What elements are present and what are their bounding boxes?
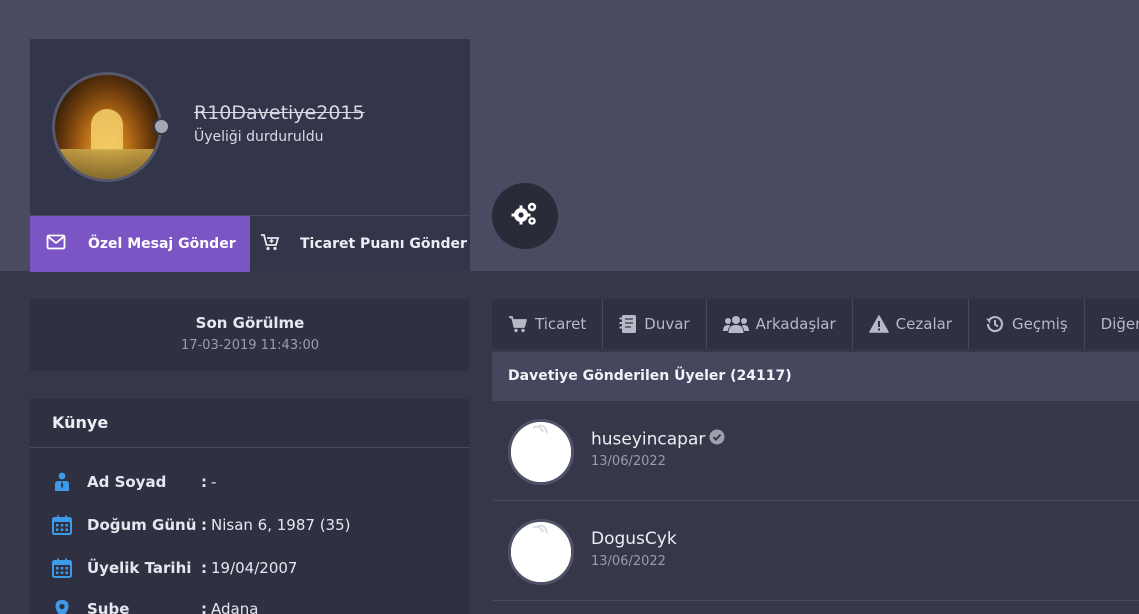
tab-label: Ticaret [535,315,587,333]
member-date: 13/06/2022 [591,454,666,469]
last-seen-time: 17-03-2019 11:43:00 [180,338,320,353]
info-row-membership-date: Üyelik Tarihi : 19/04/2007 [52,557,297,579]
profile-info-title: Künye [30,399,470,448]
profile-actions: Özel Mesaj Gönder Ticaret Puanı Gönder [30,215,470,272]
info-value: Nisan 6, 1987 (35) [211,516,351,534]
tab-other[interactable]: Diğer [1085,299,1139,349]
tab-label: Diğer [1100,315,1139,333]
history-icon [985,315,1005,333]
member-avatar[interactable] [508,519,574,585]
invited-members-list: huseyincapar 13/06/2022 DogusCyk 13/06/2… [492,401,1139,601]
last-seen-title: Son Görülme [195,314,305,332]
info-value: 19/04/2007 [211,559,298,577]
last-seen-panel: Son Görülme 17-03-2019 11:43:00 [30,299,470,371]
info-row-branch: Şube : Adana [52,598,258,614]
tab-history[interactable]: Geçmiş [969,299,1085,349]
info-separator: : [201,559,207,577]
tab-penalties[interactable]: Cezalar [853,299,969,349]
tab-friends[interactable]: Arkadaşlar [707,299,853,349]
profile-tabs: Ticaret Duvar Arkadaşlar Cezalar Geçmiş … [492,299,1139,349]
person-icon [52,471,72,493]
cart-icon [508,315,528,333]
list-item: huseyincapar 13/06/2022 [492,401,1139,501]
avatar-image-floor [55,149,159,179]
info-label: Şube [87,600,130,614]
member-date: 13/06/2022 [591,554,666,569]
warning-icon [868,315,889,333]
membership-status: Üyeliği durduruldu [194,129,324,145]
avatar-image-arch [91,109,123,151]
tab-label: Geçmiş [1011,315,1068,333]
info-row-birthday: Doğum Günü : Nisan 6, 1987 (35) [52,514,350,536]
profile-card: R10Davetiye2015 Üyeliği durduruldu Özel … [30,39,470,272]
member-name[interactable]: huseyincapar [591,429,725,450]
tab-label: Duvar [644,315,690,333]
username: R10Davetiye2015 [194,102,365,124]
send-trade-points-button[interactable]: Ticaret Puanı Gönder [250,216,470,272]
info-value: Adana [211,600,259,614]
tab-trade[interactable]: Ticaret [492,299,604,349]
users-icon [722,315,749,333]
invited-members-title: Davetiye Gönderilen Üyeler (24117) [492,352,1139,401]
tab-label: Arkadaşlar [755,315,836,333]
info-label: Üyelik Tarihi [87,559,192,577]
info-row-full-name: Ad Soyad : - [52,471,216,493]
tab-label: Cezalar [895,315,952,333]
map-pin-icon [52,598,72,614]
calendar-icon [52,514,72,536]
tab-wall[interactable]: Duvar [603,299,707,349]
info-label: Ad Soyad [87,473,167,491]
verified-badge-icon [709,429,725,450]
send-trade-points-label: Ticaret Puanı Gönder [300,236,467,252]
gears-icon [510,200,540,232]
settings-gear-button[interactable] [492,183,558,249]
info-value: - [211,473,217,491]
send-private-message-label: Özel Mesaj Gönder [88,236,236,252]
envelope-icon [46,234,66,254]
info-label: Doğum Günü [87,516,197,534]
info-separator: : [201,600,207,614]
list-item: DogusCyk 13/06/2022 [492,501,1139,601]
notebook-icon [619,314,637,334]
info-separator: : [201,473,207,491]
calendar-icon [52,557,72,579]
offline-status-dot [153,118,170,135]
member-avatar[interactable] [508,419,574,485]
avatar[interactable] [52,72,162,182]
profile-info-panel: Künye Ad Soyad : - Doğum Günü : Nisan 6,… [30,399,470,614]
member-name[interactable]: DogusCyk [591,529,677,549]
info-separator: : [201,516,207,534]
member-name-text: huseyincapar [591,429,706,450]
cart-plus-icon [260,233,280,255]
send-private-message-button[interactable]: Özel Mesaj Gönder [30,216,250,272]
